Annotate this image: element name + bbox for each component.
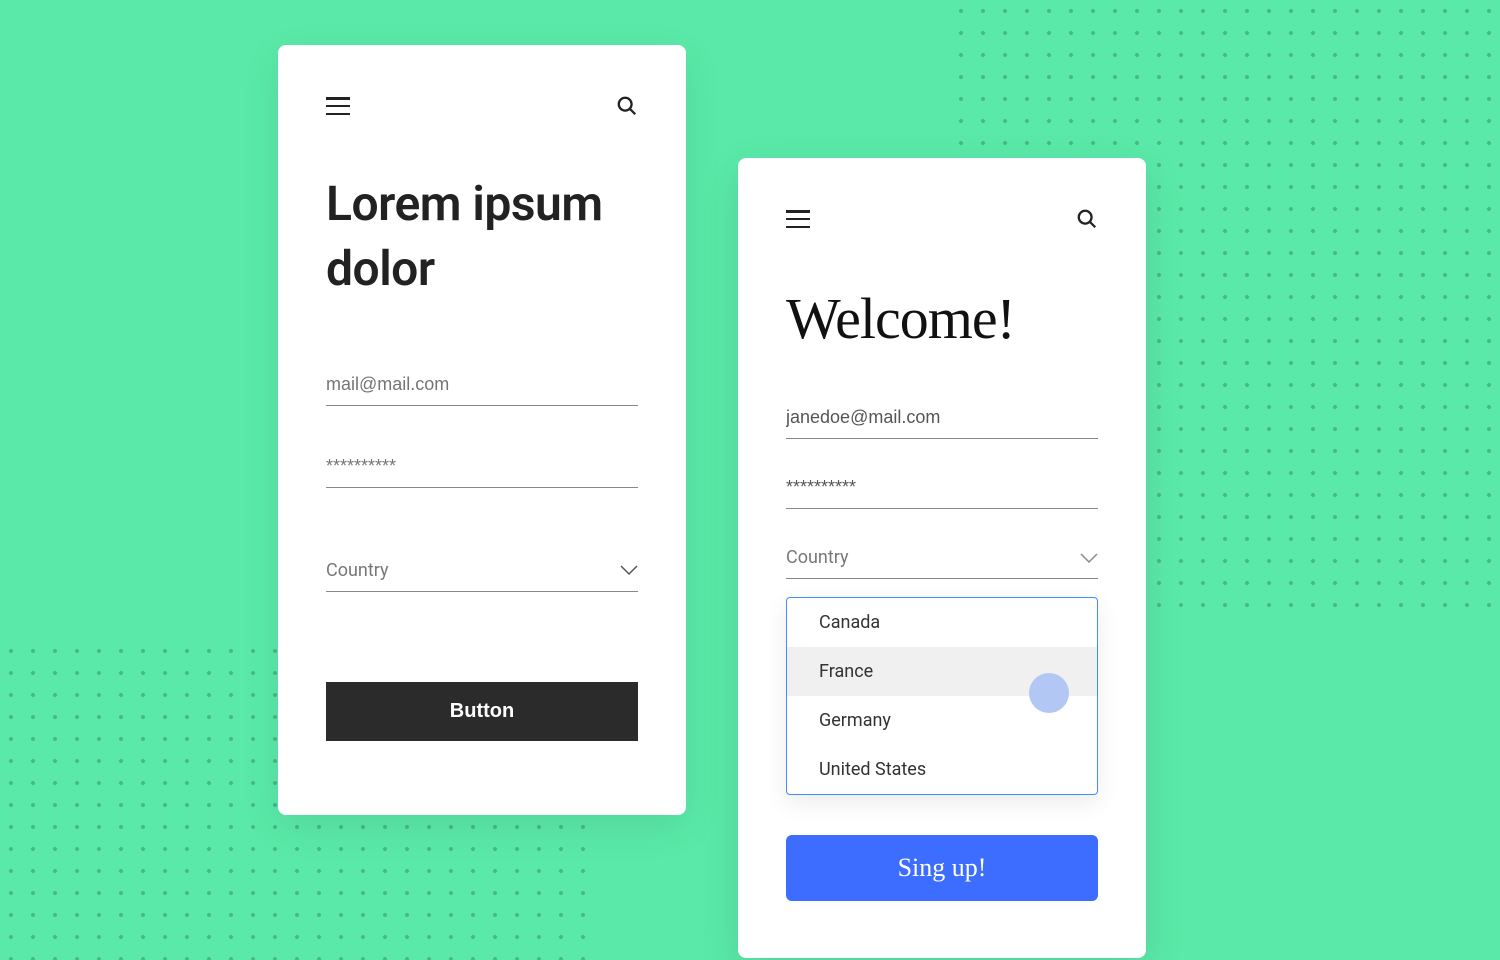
email-field[interactable] [786, 397, 1098, 439]
search-icon[interactable] [616, 95, 638, 117]
country-label: Country [326, 560, 389, 581]
hamburger-menu-icon[interactable] [326, 97, 350, 115]
search-icon[interactable] [1076, 208, 1098, 230]
chevron-down-icon [1080, 552, 1098, 564]
submit-button[interactable]: Button [326, 682, 638, 741]
touch-ripple [1029, 673, 1069, 713]
nav-bar [786, 208, 1098, 230]
dropdown-item-united-states[interactable]: United States [787, 745, 1097, 794]
email-field[interactable] [326, 364, 638, 406]
chevron-down-icon [620, 564, 638, 576]
password-field[interactable] [326, 446, 638, 488]
country-dropdown[interactable]: Country [326, 550, 638, 592]
country-dropdown-menu: Canada France Germany United States [786, 597, 1098, 795]
signup-button[interactable]: Sing up! [786, 835, 1098, 901]
dropdown-item-canada[interactable]: Canada [787, 598, 1097, 647]
nav-bar [326, 95, 638, 117]
wireframe-screen-left: Lorem ipsum dolor Country Button [278, 45, 686, 815]
country-label: Country [786, 547, 849, 568]
country-dropdown[interactable]: Country [786, 537, 1098, 579]
hamburger-menu-icon[interactable] [786, 210, 810, 228]
password-field[interactable] [786, 467, 1098, 509]
page-heading: Lorem ipsum dolor [326, 172, 638, 302]
page-heading: Welcome! [786, 285, 1098, 352]
styled-screen-right: Welcome! Country Canada France Germany U… [738, 158, 1146, 958]
